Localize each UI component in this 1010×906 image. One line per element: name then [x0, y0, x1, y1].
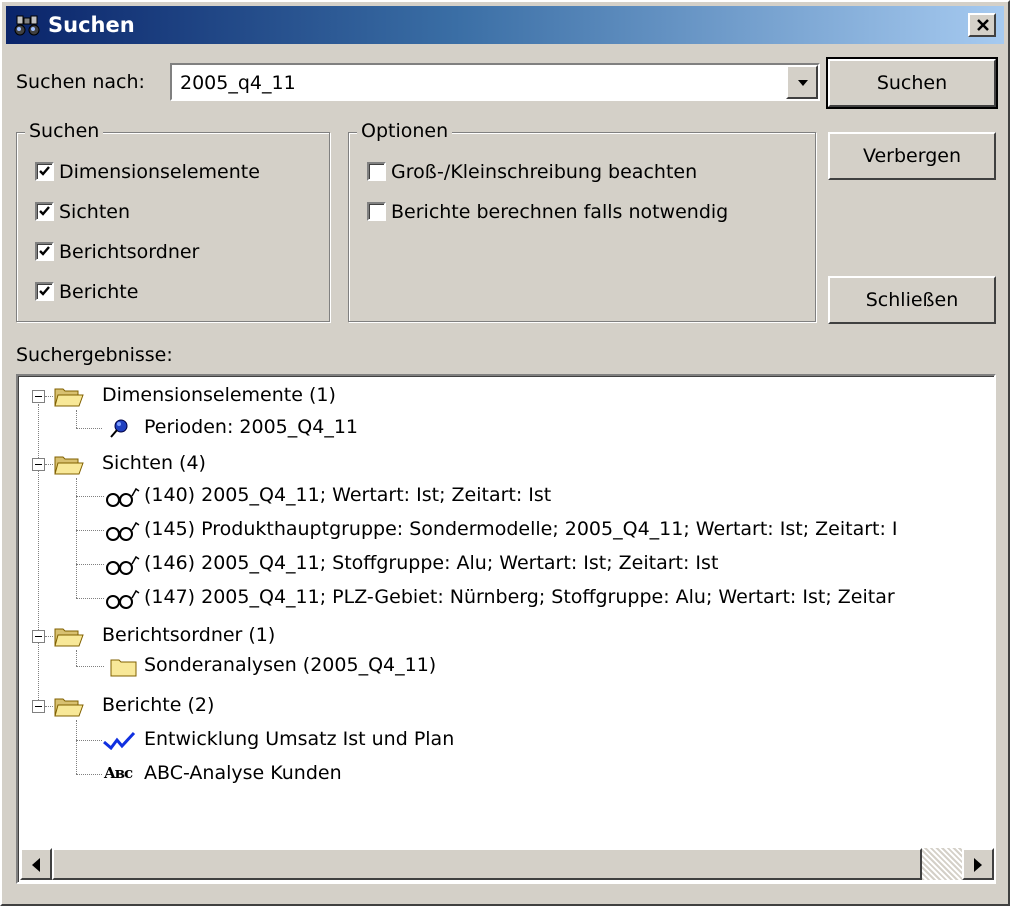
checkmark-icon: [39, 286, 50, 296]
checkmark-icon: [39, 246, 50, 256]
checkbox-label: Berichte berechnen falls notwendig: [391, 201, 729, 223]
checkmark-icon: [39, 206, 50, 216]
glasses-icon: [104, 554, 142, 581]
hide-button[interactable]: Verbergen: [828, 132, 996, 180]
search-button[interactable]: Suchen: [826, 57, 998, 109]
checkbox-dimensionselemente[interactable]: Dimensionselemente: [35, 161, 260, 183]
collapse-toggle[interactable]: [32, 390, 45, 403]
close-icon: [977, 19, 989, 31]
search-combobox[interactable]: 2005_q4_11: [170, 63, 820, 101]
tree-leaf-label: (146) 2005_Q4_11; Stoffgruppe: Alu; Wert…: [144, 552, 719, 574]
arrow-left-icon: [32, 858, 40, 872]
search-dialog: Suchen Suchen nach: 2005_q4_11 Suchen Ve…: [0, 0, 1010, 906]
search-label: Suchen nach:: [16, 71, 145, 93]
scroll-right-button[interactable]: [962, 848, 994, 880]
collapse-toggle[interactable]: [32, 700, 45, 713]
results-label: Suchergebnisse:: [16, 344, 173, 366]
checkbox-berichte[interactable]: Berichte: [35, 281, 138, 303]
folder-open-icon: [54, 626, 84, 653]
checkbox-label: Groß-/Kleinschreibung beachten: [391, 161, 698, 183]
binoculars-icon: [14, 12, 42, 38]
folder-open-icon: [54, 386, 84, 413]
checkbox-label: Berichtsordner: [59, 241, 200, 263]
tree-leaf-label: (140) 2005_Q4_11; Wertart: Ist; Zeitart:…: [144, 484, 552, 506]
close-window-button[interactable]: [968, 13, 996, 37]
tree-leaf-label: Perioden: 2005_Q4_11: [144, 416, 358, 438]
window-title: Suchen: [48, 13, 135, 37]
tree-node-label: Berichte (2): [102, 694, 215, 716]
checkbox-sichten[interactable]: Sichten: [35, 201, 130, 223]
title-bar[interactable]: Suchen: [6, 6, 1004, 44]
line-chart-icon: [102, 730, 138, 755]
tree-node-label: Berichtsordner (1): [102, 624, 276, 646]
collapse-toggle[interactable]: [32, 630, 45, 643]
tree-leaf-label: Entwicklung Umsatz Ist und Plan: [144, 728, 455, 750]
folder-icon: [110, 656, 138, 683]
results-tree-panel: Dimensionselemente (1) Perioden: 2005_Q4…: [16, 374, 996, 884]
chevron-down-icon: [798, 80, 808, 86]
checkbox-label: Dimensionselemente: [59, 161, 260, 183]
collapse-toggle[interactable]: [32, 458, 45, 471]
dimension-pin-icon: [108, 418, 130, 445]
tree-leaf-label: ABC-Analyse Kunden: [144, 762, 342, 784]
tree-leaf-label: (145) Produkthauptgruppe: Sondermodelle;…: [144, 518, 898, 540]
search-input[interactable]: 2005_q4_11: [180, 72, 296, 94]
folder-open-icon: [54, 696, 84, 723]
checkmark-icon: [39, 166, 50, 176]
folder-open-icon: [54, 454, 84, 481]
search-scope-group: Suchen Dimensionselemente Sichten Berich…: [16, 120, 330, 322]
options-group: Optionen Groß-/Kleinschreibung beachten …: [348, 120, 816, 322]
abc-icon: Aʙc: [104, 764, 133, 782]
horizontal-scrollbar[interactable]: [20, 848, 994, 880]
tree-leaf-label: (147) 2005_Q4_11; PLZ-Gebiet: Nürnberg; …: [144, 586, 895, 608]
scrollbar-track[interactable]: [922, 848, 962, 880]
checkbox-berichtsordner[interactable]: Berichtsordner: [35, 241, 199, 263]
options-legend: Optionen: [357, 120, 453, 142]
checkbox-label: Berichte: [59, 281, 139, 303]
scroll-left-button[interactable]: [20, 848, 52, 880]
results-tree[interactable]: Dimensionselemente (1) Perioden: 2005_Q4…: [18, 376, 994, 846]
arrow-right-icon: [974, 858, 982, 872]
glasses-icon: [104, 520, 142, 547]
close-button[interactable]: Schließen: [828, 276, 996, 324]
checkbox-calculate-reports[interactable]: Berichte berechnen falls notwendig: [367, 201, 728, 223]
glasses-icon: [104, 486, 142, 513]
checkbox-case-sensitive[interactable]: Groß-/Kleinschreibung beachten: [367, 161, 697, 183]
scrollbar-thumb[interactable]: [52, 848, 922, 880]
combobox-dropdown-button[interactable]: [786, 65, 818, 99]
tree-node-label: Dimensionselemente (1): [102, 384, 336, 406]
checkbox-label: Sichten: [59, 201, 131, 223]
tree-leaf-label: Sonderanalysen (2005_Q4_11): [144, 654, 437, 676]
search-scope-legend: Suchen: [25, 120, 104, 142]
glasses-icon: [104, 588, 142, 615]
tree-node-label: Sichten (4): [102, 452, 206, 474]
